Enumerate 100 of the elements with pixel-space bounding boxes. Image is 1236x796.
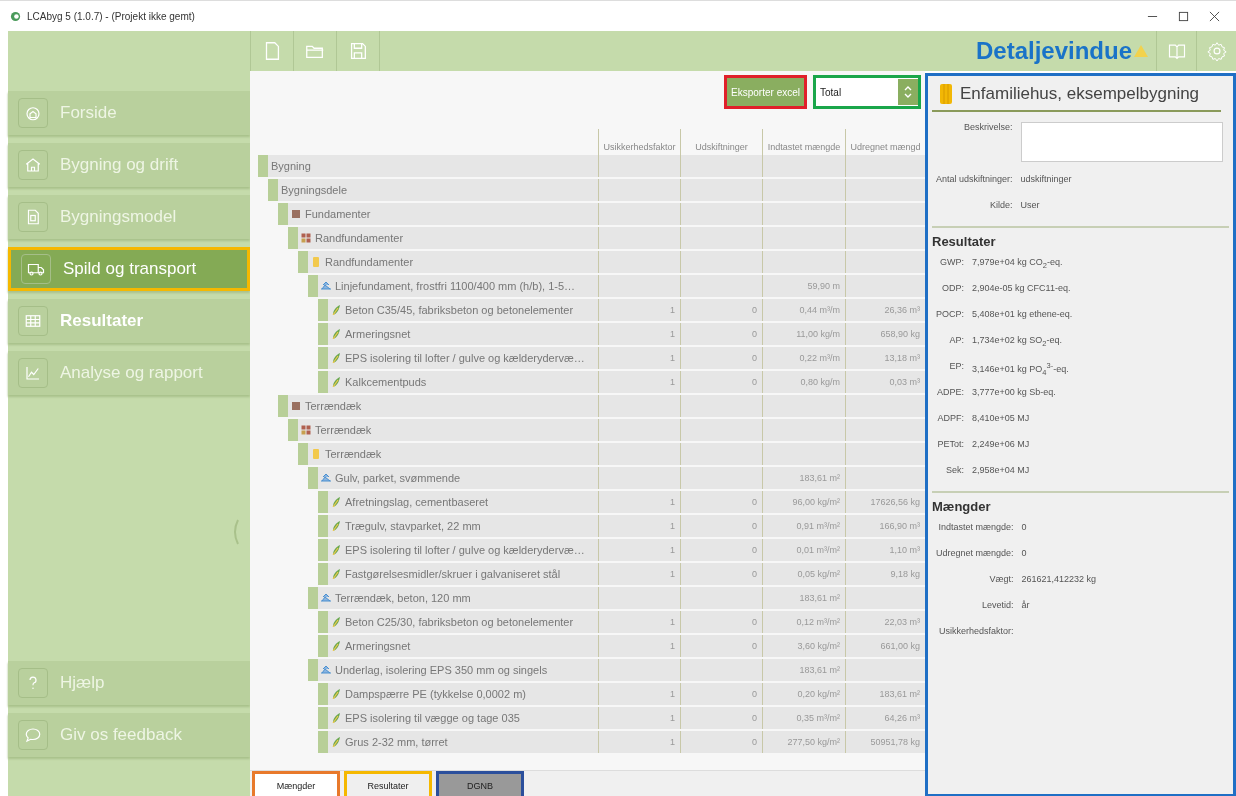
field-label: ODP: (941, 282, 964, 295)
description-field[interactable] (1020, 122, 1223, 162)
view-dropdown[interactable]: Total (813, 75, 921, 109)
tree-row[interactable]: Armeringsnet (328, 323, 598, 345)
table-cell: 0 (680, 707, 762, 729)
table-cell: 1 (598, 707, 680, 729)
nav-item[interactable]: Spild og transport (8, 247, 250, 291)
table-cell: 1,10 m³ (845, 539, 925, 561)
window-title: LCAbyg 5 (1.0.7) - (Projekt ikke gemt) (27, 10, 195, 22)
layer-icon (321, 593, 331, 603)
tree-row[interactable]: Fastgørelsesmidler/skruer i galvaniseret stål (328, 563, 598, 585)
table-cell: 0 (680, 563, 762, 585)
indent-bar (298, 251, 308, 273)
tree-row[interactable]: Grus 2-32 mm, tørret (328, 731, 598, 753)
indent-bar (318, 515, 328, 537)
tree-row[interactable]: Linjefundament, frostfri 1100/400 mm (h/b), 1-5… (318, 275, 598, 297)
table-cell: 183,61 m² (845, 683, 925, 705)
close-icon[interactable] (1209, 10, 1220, 22)
tab[interactable]: DGNB (436, 771, 524, 796)
tree-row[interactable]: Gulv, parket, svømmende (318, 467, 598, 489)
table-cell: 13,18 m³ (845, 347, 925, 369)
table-cell: 1 (598, 299, 680, 321)
leaf-icon (331, 545, 341, 555)
table-cell: 0,05 kg/m² (762, 563, 845, 585)
indent-bar (268, 179, 278, 201)
table-cell: 277,50 kg/m² (762, 731, 845, 753)
field-value: udskiftninger (1020, 174, 1072, 184)
field-label: ADPF: (936, 412, 964, 425)
table-cell: 0,03 m³ (845, 371, 925, 393)
field-label: Kilde: (989, 199, 1013, 212)
speech-bubble-icon (24, 726, 42, 744)
export-button[interactable]: Eksporter excel (724, 75, 807, 109)
indent-bar (318, 731, 328, 753)
leaf-icon (331, 329, 341, 339)
tree-row[interactable]: Beton C35/45, fabriksbeton og betonelementer (328, 299, 598, 321)
app-logo-icon (10, 10, 21, 22)
leaf-icon (331, 641, 341, 651)
table-cell: 0 (680, 539, 762, 561)
table-cell: 0 (680, 323, 762, 345)
folder-tab-icon (311, 449, 321, 459)
indent-bar (318, 707, 328, 729)
indent-bar (308, 659, 318, 681)
tree-row[interactable]: Terrændæk (308, 443, 598, 465)
maximize-icon[interactable] (1178, 10, 1189, 22)
tree-row[interactable]: Afretningslag, cementbaseret (328, 491, 598, 513)
indent-bar (298, 443, 308, 465)
table-cell: 0 (680, 299, 762, 321)
table-cell: 0,01 m³/m² (762, 539, 845, 561)
table-cell: 166,90 m³ (845, 515, 925, 537)
table-cell: 0,91 m³/m² (762, 515, 845, 537)
table-cell: 0,35 m³/m² (762, 707, 845, 729)
field-value: år (1021, 600, 1030, 610)
tree-row[interactable]: Underlag, isolering EPS 350 mm og singels (318, 659, 598, 681)
tree-row[interactable]: Terrændæk (288, 395, 598, 417)
leaf-icon (331, 737, 341, 747)
leaf-icon (331, 305, 341, 315)
table-cell: 1 (598, 515, 680, 537)
indent-bar (288, 419, 298, 441)
tree-row[interactable]: Randfundamenter (298, 227, 598, 249)
indent-bar (318, 611, 328, 633)
tree-row[interactable]: Terrændæk, beton, 120 mm (318, 587, 598, 609)
tree-row[interactable]: EPS isolering til lofter / gulve og kælderydervæ… (328, 539, 598, 561)
field-label: Levetid: (981, 599, 1014, 612)
tree-row[interactable]: EPS isolering til vægge og tage 035 (328, 707, 598, 729)
tree-row[interactable]: Fundamenter (288, 203, 598, 225)
tree-row[interactable]: Bygning (268, 155, 598, 177)
table-cell: 183,61 m² (762, 659, 845, 681)
tree-row[interactable]: Armeringsnet (328, 635, 598, 657)
indent-bar (318, 371, 328, 393)
tree-row[interactable]: Trægulv, stavparket, 22 mm (328, 515, 598, 537)
panel-title: Detaljevindue (975, 37, 1132, 65)
tree-row[interactable]: Beton C25/30, fabriksbeton og betonelementer (328, 611, 598, 633)
leaf-icon (331, 713, 341, 723)
field-label: AP: (948, 334, 964, 347)
tree-row[interactable]: Kalkcementpuds (328, 371, 598, 393)
tree-row[interactable]: Bygningsdele (278, 179, 598, 201)
table-cell: 0,44 m³/m (762, 299, 845, 321)
field-value: 8,410e+05 MJ (972, 413, 1030, 423)
leaf-icon (331, 689, 341, 699)
field-value: 0 (1021, 522, 1027, 532)
table-cell: 1 (598, 371, 680, 393)
table-cell: 0 (680, 515, 762, 537)
tab[interactable]: Resultater (344, 771, 432, 796)
tree-row[interactable]: EPS isolering til lofter / gulve og kælderydervæ… (328, 347, 598, 369)
table-icon (24, 312, 42, 330)
field-value: 0 (1021, 548, 1027, 558)
tree-row[interactable]: Dampspærre PE (tykkelse 0,0002 m) (328, 683, 598, 705)
table-cell: 96,00 kg/m² (762, 491, 845, 513)
table-cell: 11,00 kg/m (762, 323, 845, 345)
object-title: Enfamiliehus, eksempelbygning (960, 84, 1200, 104)
indent-bar (308, 587, 318, 609)
tree-row[interactable]: Randfundamenter (308, 251, 598, 273)
field-value: 1,734e+02 kg SO$_{2}$-eq. (972, 335, 1062, 345)
tree-row[interactable]: Terrændæk (298, 419, 598, 441)
field-label: ADPE: (936, 386, 964, 399)
tab[interactable]: Mængder (252, 771, 340, 796)
settings-icon[interactable] (1206, 41, 1227, 61)
leaf-icon (331, 353, 341, 363)
leaf-icon (331, 497, 341, 507)
table-cell: 1 (598, 611, 680, 633)
